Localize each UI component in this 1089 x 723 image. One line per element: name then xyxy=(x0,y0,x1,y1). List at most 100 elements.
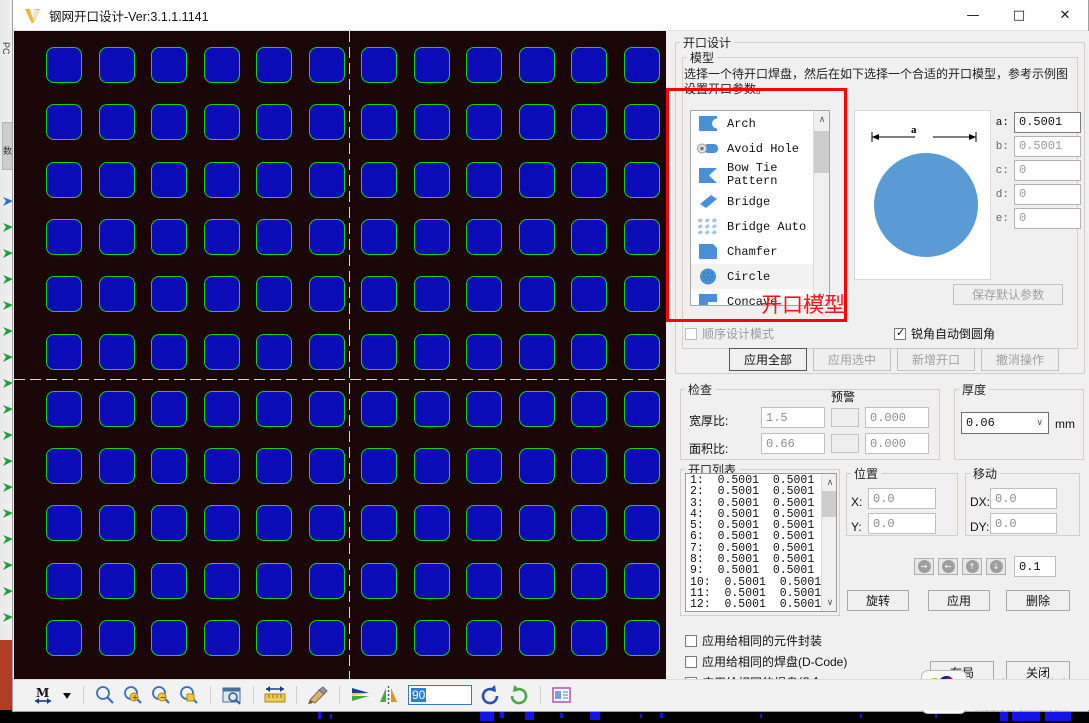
pcb-pad[interactable] xyxy=(361,505,397,542)
move-dy-input[interactable]: 0.0 xyxy=(990,513,1057,534)
pcb-pad[interactable] xyxy=(46,333,82,370)
pcb-pad[interactable] xyxy=(256,390,292,427)
opening-scroll-thumb[interactable] xyxy=(822,491,836,517)
pcb-pad[interactable] xyxy=(151,562,187,599)
opening-list-item[interactable]: 11: 0.5001 0.5001 0 xyxy=(686,587,836,600)
model-scroll-down-button[interactable]: ∨ xyxy=(814,288,829,305)
pcb-pad[interactable] xyxy=(151,620,187,656)
pcb-pad[interactable] xyxy=(413,562,450,599)
pcb-pad[interactable] xyxy=(466,390,502,427)
taskbar-item[interactable] xyxy=(640,714,642,718)
opening-list-item[interactable]: 6: 0.5001 0.5001 0 xyxy=(686,530,836,543)
zoom-in-icon[interactable]: + xyxy=(121,684,145,706)
pcb-pad[interactable] xyxy=(571,104,607,141)
pcb-pad[interactable] xyxy=(151,390,187,427)
width-thickness-warn-button[interactable] xyxy=(831,408,859,427)
opening-list-item[interactable]: 2: 0.5001 0.5001 0 xyxy=(686,485,836,498)
taskbar-item[interactable] xyxy=(318,712,321,719)
zoom-fit-icon[interactable] xyxy=(177,684,201,706)
pcb-pad[interactable] xyxy=(256,333,292,370)
pcb-pad[interactable] xyxy=(256,276,292,313)
opening-scroll-down-button[interactable]: ∨ xyxy=(822,594,836,611)
pcb-pad[interactable] xyxy=(46,620,82,656)
pcb-pad[interactable] xyxy=(98,333,135,370)
pcb-pad[interactable] xyxy=(151,448,187,485)
action-button-3[interactable]: 撤消操作 xyxy=(981,348,1059,371)
pcb-pad[interactable] xyxy=(571,276,607,313)
pcb-pad[interactable] xyxy=(623,620,660,656)
pcb-pad[interactable] xyxy=(308,562,345,599)
taskbar-item[interactable] xyxy=(590,711,600,720)
pcb-pad[interactable] xyxy=(466,505,502,542)
zoom-out-icon[interactable]: − xyxy=(149,684,173,706)
pcb-pad[interactable] xyxy=(361,276,397,313)
pcb-pad[interactable] xyxy=(203,505,240,542)
taskbar-item[interactable] xyxy=(560,713,563,718)
pcb-pad[interactable] xyxy=(518,448,555,485)
nudge-down-button[interactable]: ↓ xyxy=(986,558,1006,575)
auto-fillet-checkbox[interactable]: 锐角自动倒圆角 xyxy=(894,325,995,342)
measure-mode-icon[interactable]: M xyxy=(32,684,56,706)
pcb-pad[interactable] xyxy=(98,562,135,599)
pcb-pad[interactable] xyxy=(518,562,555,599)
pcb-canvas[interactable] xyxy=(14,31,666,679)
taskbar-item[interactable] xyxy=(480,711,494,721)
pcb-pad[interactable] xyxy=(203,390,240,427)
pcb-pad[interactable] xyxy=(203,47,240,83)
model-list-item[interactable]: Bridge xyxy=(691,189,829,214)
pcb-pad[interactable] xyxy=(413,104,450,141)
pcb-pad[interactable] xyxy=(571,161,607,198)
pcb-pad[interactable] xyxy=(518,218,555,255)
param-input-c[interactable]: 0 xyxy=(1014,160,1081,181)
flip-horizontal-icon[interactable] xyxy=(349,684,373,706)
pcb-pad[interactable] xyxy=(466,276,502,313)
width-thickness-ratio-input[interactable]: 1.5 xyxy=(761,407,825,428)
model-list-item[interactable]: Avoid Hole xyxy=(691,136,829,161)
pcb-pad[interactable] xyxy=(98,620,135,656)
apply-same-footprint-checkbox[interactable]: 应用给相同的元件封装 xyxy=(685,632,822,649)
pcb-pad[interactable] xyxy=(571,505,607,542)
pcb-pad[interactable] xyxy=(623,390,660,427)
pcb-pad[interactable] xyxy=(623,276,660,313)
param-input-a[interactable]: 0.5001 xyxy=(1014,112,1081,133)
pcb-pad[interactable] xyxy=(203,161,240,198)
pcb-pad[interactable] xyxy=(361,218,397,255)
pcb-pad[interactable] xyxy=(256,47,292,83)
pcb-pad[interactable] xyxy=(203,276,240,313)
pcb-pad[interactable] xyxy=(518,161,555,198)
pcb-pad[interactable] xyxy=(46,505,82,542)
move-dx-input[interactable]: 0.0 xyxy=(990,488,1057,509)
model-list-item[interactable]: Bridge Auto xyxy=(691,214,829,239)
apply-same-pad-box[interactable] xyxy=(685,655,697,668)
model-scroll-up-button[interactable]: ∧ xyxy=(814,111,829,128)
pcb-pad[interactable] xyxy=(98,390,135,427)
pcb-pad[interactable] xyxy=(46,390,82,427)
pcb-pad[interactable] xyxy=(571,333,607,370)
pcb-pad[interactable] xyxy=(571,47,607,83)
pcb-pad[interactable] xyxy=(98,505,135,542)
area-ratio-input[interactable]: 0.66 xyxy=(761,433,825,454)
pcb-pad[interactable] xyxy=(518,505,555,542)
param-input-d[interactable]: 0 xyxy=(1014,184,1081,205)
pcb-pad[interactable] xyxy=(413,505,450,542)
rotate-right-icon[interactable] xyxy=(507,684,531,706)
pcb-pad[interactable] xyxy=(466,104,502,141)
pcb-pad[interactable] xyxy=(151,218,187,255)
maximize-button[interactable]: □ xyxy=(996,0,1042,31)
pcb-pad[interactable] xyxy=(308,448,345,485)
opening-list-item[interactable]: 9: 0.5001 0.5001 0 xyxy=(686,564,836,577)
pcb-pad[interactable] xyxy=(308,620,345,656)
inspect-window-icon[interactable] xyxy=(220,684,244,706)
close-button[interactable]: ✕ xyxy=(1042,0,1088,31)
pcb-pad[interactable] xyxy=(256,620,292,656)
pcb-pad[interactable] xyxy=(46,276,82,313)
opening-list-scrollbar[interactable]: ∧ ∨ xyxy=(821,474,836,611)
pcb-pad[interactable] xyxy=(623,47,660,83)
minimize-button[interactable]: — xyxy=(950,0,996,31)
pcb-pad[interactable] xyxy=(46,47,82,83)
pcb-pad[interactable] xyxy=(98,218,135,255)
param-input-b[interactable]: 0.5001 xyxy=(1014,136,1081,157)
pcb-pad[interactable] xyxy=(46,218,82,255)
opening-list-item[interactable]: 4: 0.5001 0.5001 0 xyxy=(686,508,836,521)
pcb-pad[interactable] xyxy=(203,104,240,141)
